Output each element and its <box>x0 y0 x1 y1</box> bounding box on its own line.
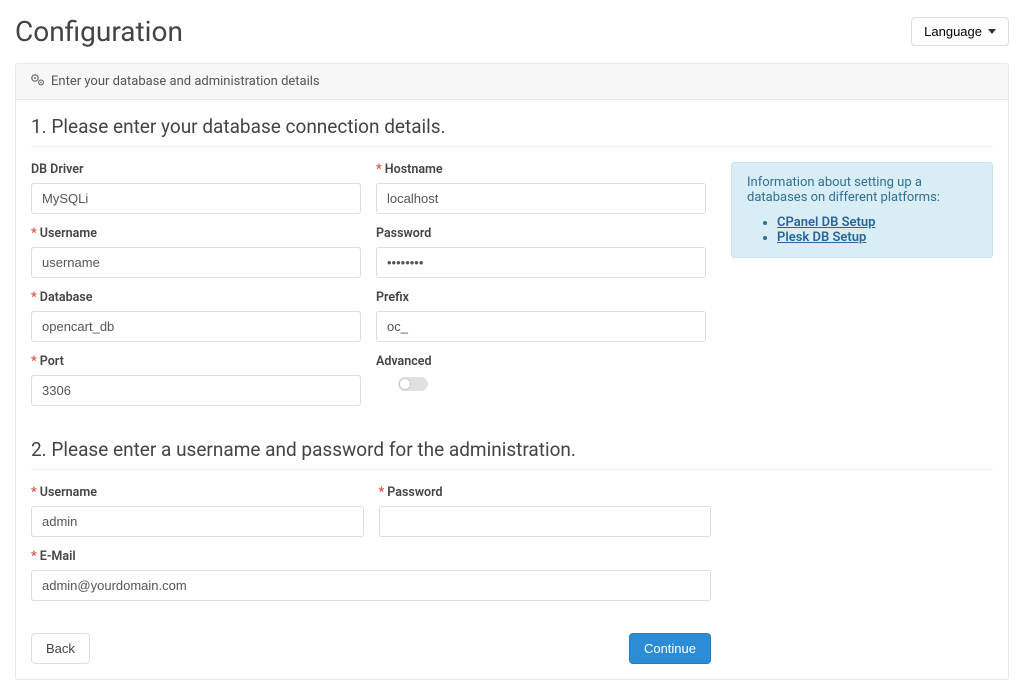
advanced-toggle[interactable] <box>398 377 428 391</box>
admin-password-input[interactable] <box>379 506 712 537</box>
db-database-label: Database <box>31 290 361 305</box>
gears-icon <box>31 74 45 89</box>
admin-legend: 2. Please enter a username and password … <box>31 438 993 470</box>
info-text: Information about setting up a databases… <box>747 175 940 205</box>
plesk-link[interactable]: Plesk DB Setup <box>777 230 866 245</box>
db-legend: 1. Please enter your database connection… <box>31 115 993 147</box>
db-driver-label: DB Driver <box>31 162 361 177</box>
db-username-label: Username <box>31 226 361 241</box>
db-hostname-label: Hostname <box>376 162 706 177</box>
panel-heading: Enter your database and administration d… <box>16 64 1008 100</box>
db-port-input[interactable] <box>31 375 361 406</box>
db-password-label: Password <box>376 226 706 241</box>
db-password-input[interactable] <box>376 247 706 278</box>
admin-password-label: Password <box>379 485 712 500</box>
language-label: Language <box>924 24 982 39</box>
db-advanced-label: Advanced <box>376 354 706 369</box>
db-driver-input[interactable] <box>31 183 361 214</box>
continue-button[interactable]: Continue <box>629 633 711 664</box>
db-username-input[interactable] <box>31 247 361 278</box>
db-fieldset: 1. Please enter your database connection… <box>31 115 993 418</box>
admin-fieldset: 2. Please enter a username and password … <box>31 438 993 613</box>
language-button[interactable]: Language <box>911 17 1009 46</box>
db-prefix-input[interactable] <box>376 311 706 342</box>
admin-email-input[interactable] <box>31 570 711 601</box>
page-title: Configuration <box>15 15 183 48</box>
admin-email-label: E-Mail <box>31 549 711 564</box>
db-prefix-label: Prefix <box>376 290 706 305</box>
db-hostname-input[interactable] <box>376 183 706 214</box>
config-panel: Enter your database and administration d… <box>15 63 1009 680</box>
caret-down-icon <box>988 29 996 34</box>
info-alert: Information about setting up a databases… <box>731 162 993 258</box>
admin-username-label: Username <box>31 485 364 500</box>
cpanel-link[interactable]: CPanel DB Setup <box>777 215 875 230</box>
panel-heading-text: Enter your database and administration d… <box>51 74 320 89</box>
db-port-label: Port <box>31 354 361 369</box>
db-database-input[interactable] <box>31 311 361 342</box>
admin-username-input[interactable] <box>31 506 364 537</box>
back-button[interactable]: Back <box>31 633 90 664</box>
